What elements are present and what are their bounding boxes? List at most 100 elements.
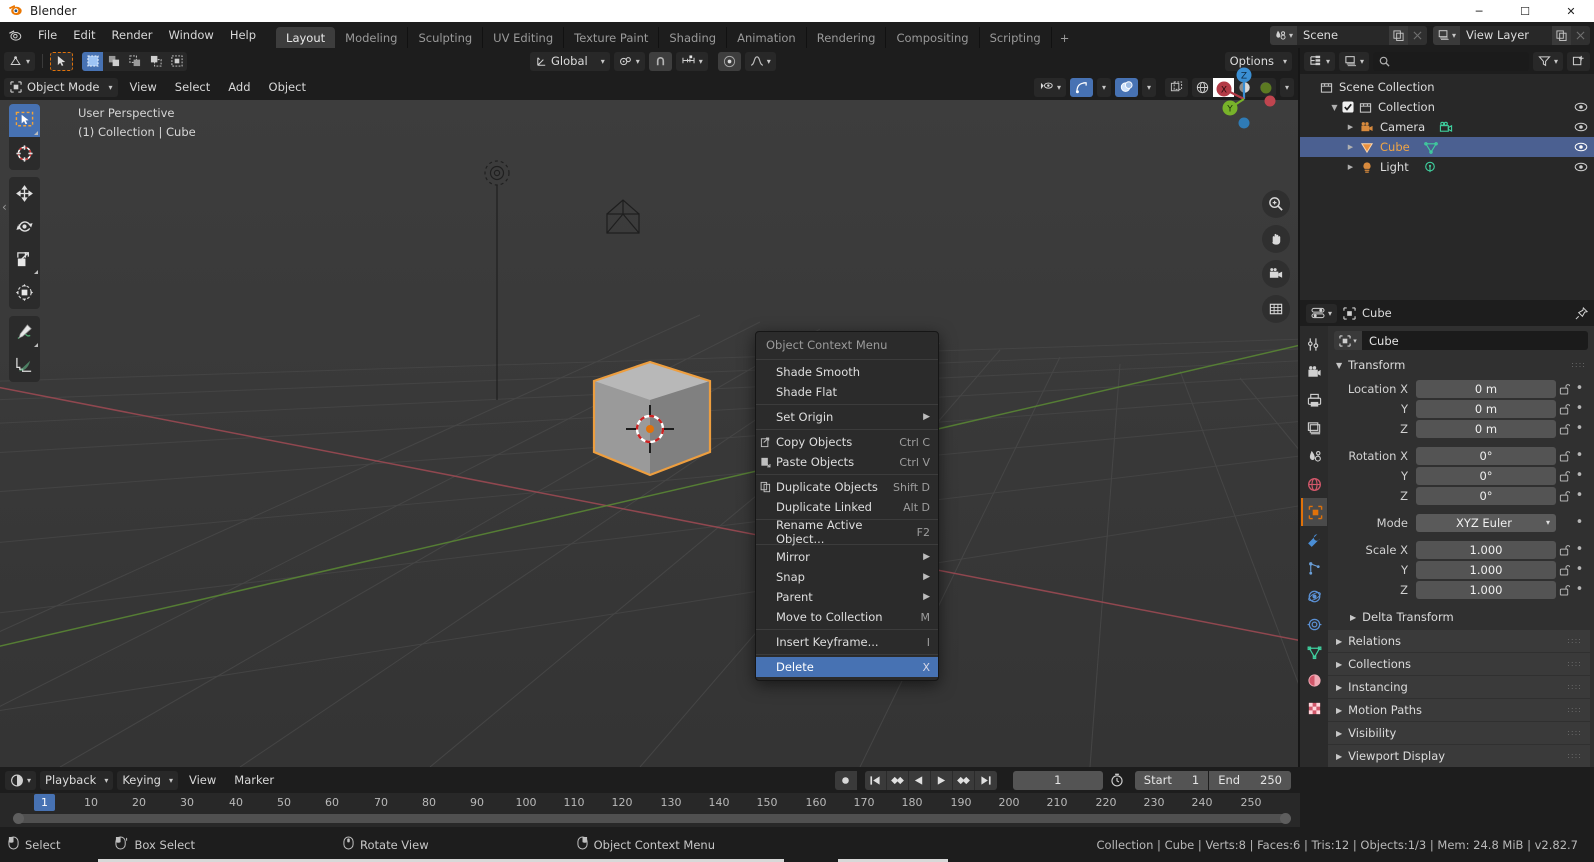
workspace-tab-compositing[interactable]: Compositing bbox=[886, 27, 980, 48]
properties-tab-output[interactable] bbox=[1301, 386, 1327, 414]
tool-annotate[interactable] bbox=[9, 316, 40, 349]
properties-tab-tool[interactable] bbox=[1301, 330, 1327, 358]
tool-select-box[interactable] bbox=[9, 104, 40, 137]
location-x-field[interactable]: 0 m bbox=[1416, 379, 1556, 398]
tool-cursor[interactable] bbox=[9, 137, 40, 170]
lock-icon[interactable] bbox=[1556, 544, 1573, 556]
lock-icon[interactable] bbox=[1556, 564, 1573, 576]
properties-tab-particles[interactable] bbox=[1301, 554, 1327, 582]
workspace-tab-modeling[interactable]: Modeling bbox=[335, 27, 409, 48]
animate-property-dot[interactable]: • bbox=[1573, 468, 1586, 483]
outliner-display-mode-selector[interactable]: ▾ bbox=[1339, 51, 1370, 71]
start-frame-field[interactable]: Start 1 bbox=[1134, 770, 1209, 790]
animate-property-dot[interactable]: • bbox=[1573, 562, 1586, 577]
proportional-falloff-selector[interactable]: ▾ bbox=[744, 51, 776, 71]
properties-tab-data[interactable] bbox=[1301, 638, 1327, 666]
select-subtract-icon[interactable] bbox=[124, 52, 145, 71]
menu-item-rename-active-object[interactable]: Rename Active Object... F2 bbox=[756, 518, 938, 546]
workspace-tab-rendering[interactable]: Rendering bbox=[807, 27, 887, 48]
toggle-orthographic-icon[interactable] bbox=[1262, 295, 1290, 323]
mode-selector[interactable]: Object Mode ▾ bbox=[4, 77, 119, 97]
menu-window[interactable]: Window bbox=[160, 26, 221, 45]
scale-x-field[interactable]: 1.000 bbox=[1416, 540, 1556, 559]
timeline-keying-menu[interactable]: Keying ▾ bbox=[117, 770, 178, 790]
rotation-y-field[interactable]: 0° bbox=[1416, 466, 1556, 485]
xray-toggle-icon[interactable] bbox=[1164, 77, 1188, 97]
viewport-menu-view[interactable]: View bbox=[122, 78, 163, 97]
outliner-filter-icon[interactable]: ▾ bbox=[1532, 51, 1563, 71]
tool-rotate[interactable] bbox=[9, 210, 40, 243]
play-reverse-button[interactable] bbox=[909, 770, 931, 790]
select-intersect-icon[interactable] bbox=[166, 52, 187, 71]
properties-tab-modifier[interactable] bbox=[1301, 526, 1327, 554]
visibility-eye-icon[interactable] bbox=[1574, 140, 1588, 157]
workspace-tab-layout[interactable]: Layout bbox=[276, 27, 336, 48]
timeline-view-menu[interactable]: View bbox=[182, 771, 223, 790]
outliner-search-input[interactable] bbox=[1373, 51, 1529, 71]
object-type-visibility-icon[interactable]: ▾ bbox=[1033, 77, 1066, 97]
lock-icon[interactable] bbox=[1556, 403, 1573, 415]
transform-panel-header[interactable]: ▼ Transform :::: bbox=[1328, 355, 1594, 375]
lock-icon[interactable] bbox=[1556, 470, 1573, 482]
blender-menu-icon[interactable] bbox=[0, 28, 30, 42]
outliner-row-cube[interactable]: ▶ Cube bbox=[1300, 137, 1594, 157]
view-layer-browse-icon[interactable]: ▾ bbox=[1432, 25, 1460, 45]
pan-hand-icon[interactable] bbox=[1262, 225, 1290, 253]
timeline-horizontal-scrollbar[interactable] bbox=[13, 813, 1291, 824]
disclosure-triangle-icon[interactable]: ▼ bbox=[1328, 103, 1341, 112]
end-frame-field[interactable]: End 250 bbox=[1209, 770, 1291, 790]
unlink-scene-icon[interactable] bbox=[1407, 25, 1427, 45]
menu-item-duplicate-objects[interactable]: Duplicate Objects Shift D bbox=[756, 477, 938, 497]
lock-icon[interactable] bbox=[1556, 423, 1573, 435]
visibility-eye-icon[interactable] bbox=[1574, 120, 1588, 137]
collection-checkbox[interactable] bbox=[1342, 101, 1354, 113]
properties-tab-world[interactable] bbox=[1301, 470, 1327, 498]
panel-relations[interactable]: ▶ Relations :::: bbox=[1328, 630, 1590, 652]
location-z-field[interactable]: 0 m bbox=[1416, 419, 1556, 438]
playhead[interactable]: 1 bbox=[34, 794, 55, 811]
viewport-canvas[interactable] bbox=[0, 100, 1300, 767]
panel-motion-paths[interactable]: ▶ Motion Paths :::: bbox=[1328, 699, 1590, 721]
disclosure-triangle-icon[interactable]: ▶ bbox=[1344, 123, 1357, 131]
menu-help[interactable]: Help bbox=[222, 26, 264, 45]
lock-icon[interactable] bbox=[1556, 450, 1573, 462]
animate-property-dot[interactable]: • bbox=[1573, 448, 1586, 463]
editor-type-icon[interactable]: ▾ bbox=[4, 51, 36, 71]
snap-settings-selector[interactable]: ▾ bbox=[675, 51, 708, 71]
location-y-field[interactable]: 0 m bbox=[1416, 399, 1556, 418]
jump-to-end-button[interactable] bbox=[975, 771, 997, 790]
new-scene-icon[interactable] bbox=[1388, 25, 1408, 45]
play-button[interactable] bbox=[931, 770, 953, 790]
select-mode-group[interactable] bbox=[82, 51, 188, 71]
lock-icon[interactable] bbox=[1556, 383, 1573, 395]
properties-tab-texture[interactable] bbox=[1301, 694, 1327, 722]
snap-magnet-icon[interactable] bbox=[648, 51, 672, 71]
properties-tab-view-layer[interactable] bbox=[1301, 414, 1327, 442]
viewport-menu-object[interactable]: Object bbox=[262, 78, 313, 97]
outliner-editor-type-icon[interactable]: ▾ bbox=[1304, 51, 1336, 71]
scene-name[interactable]: Scene bbox=[1296, 25, 1389, 45]
use-preview-range-icon[interactable] bbox=[1110, 773, 1124, 787]
menu-file[interactable]: File bbox=[30, 26, 65, 45]
select-extend-icon[interactable] bbox=[103, 52, 124, 71]
animate-property-dot[interactable]: • bbox=[1573, 515, 1586, 530]
visibility-eye-icon[interactable] bbox=[1574, 100, 1588, 117]
visibility-eye-icon[interactable] bbox=[1574, 160, 1588, 177]
select-invert-icon[interactable] bbox=[145, 52, 166, 71]
delta-transform-panel-header[interactable]: ▶ Delta Transform bbox=[1328, 607, 1590, 627]
menu-item-move-to-collection[interactable]: Move to Collection M bbox=[756, 607, 938, 627]
pivot-point-selector[interactable]: ▾ bbox=[613, 51, 645, 71]
panel-viewport-display[interactable]: ▶ Viewport Display :::: bbox=[1328, 745, 1590, 767]
maximize-button[interactable]: ☐ bbox=[1502, 0, 1548, 22]
animate-property-dot[interactable]: • bbox=[1573, 421, 1586, 436]
tweak-tool-icon[interactable] bbox=[50, 51, 74, 71]
select-set-icon[interactable] bbox=[82, 51, 104, 71]
current-frame-field[interactable]: 1 bbox=[1012, 770, 1103, 790]
menu-edit[interactable]: Edit bbox=[65, 26, 103, 45]
animate-property-dot[interactable]: • bbox=[1573, 542, 1586, 557]
tool-move[interactable] bbox=[9, 177, 40, 210]
outliner-row-scene-collection[interactable]: Scene Collection bbox=[1300, 77, 1594, 97]
new-view-layer-icon[interactable] bbox=[1552, 25, 1571, 45]
properties-tab-render[interactable] bbox=[1301, 358, 1327, 386]
minimize-button[interactable]: ─ bbox=[1456, 0, 1502, 22]
